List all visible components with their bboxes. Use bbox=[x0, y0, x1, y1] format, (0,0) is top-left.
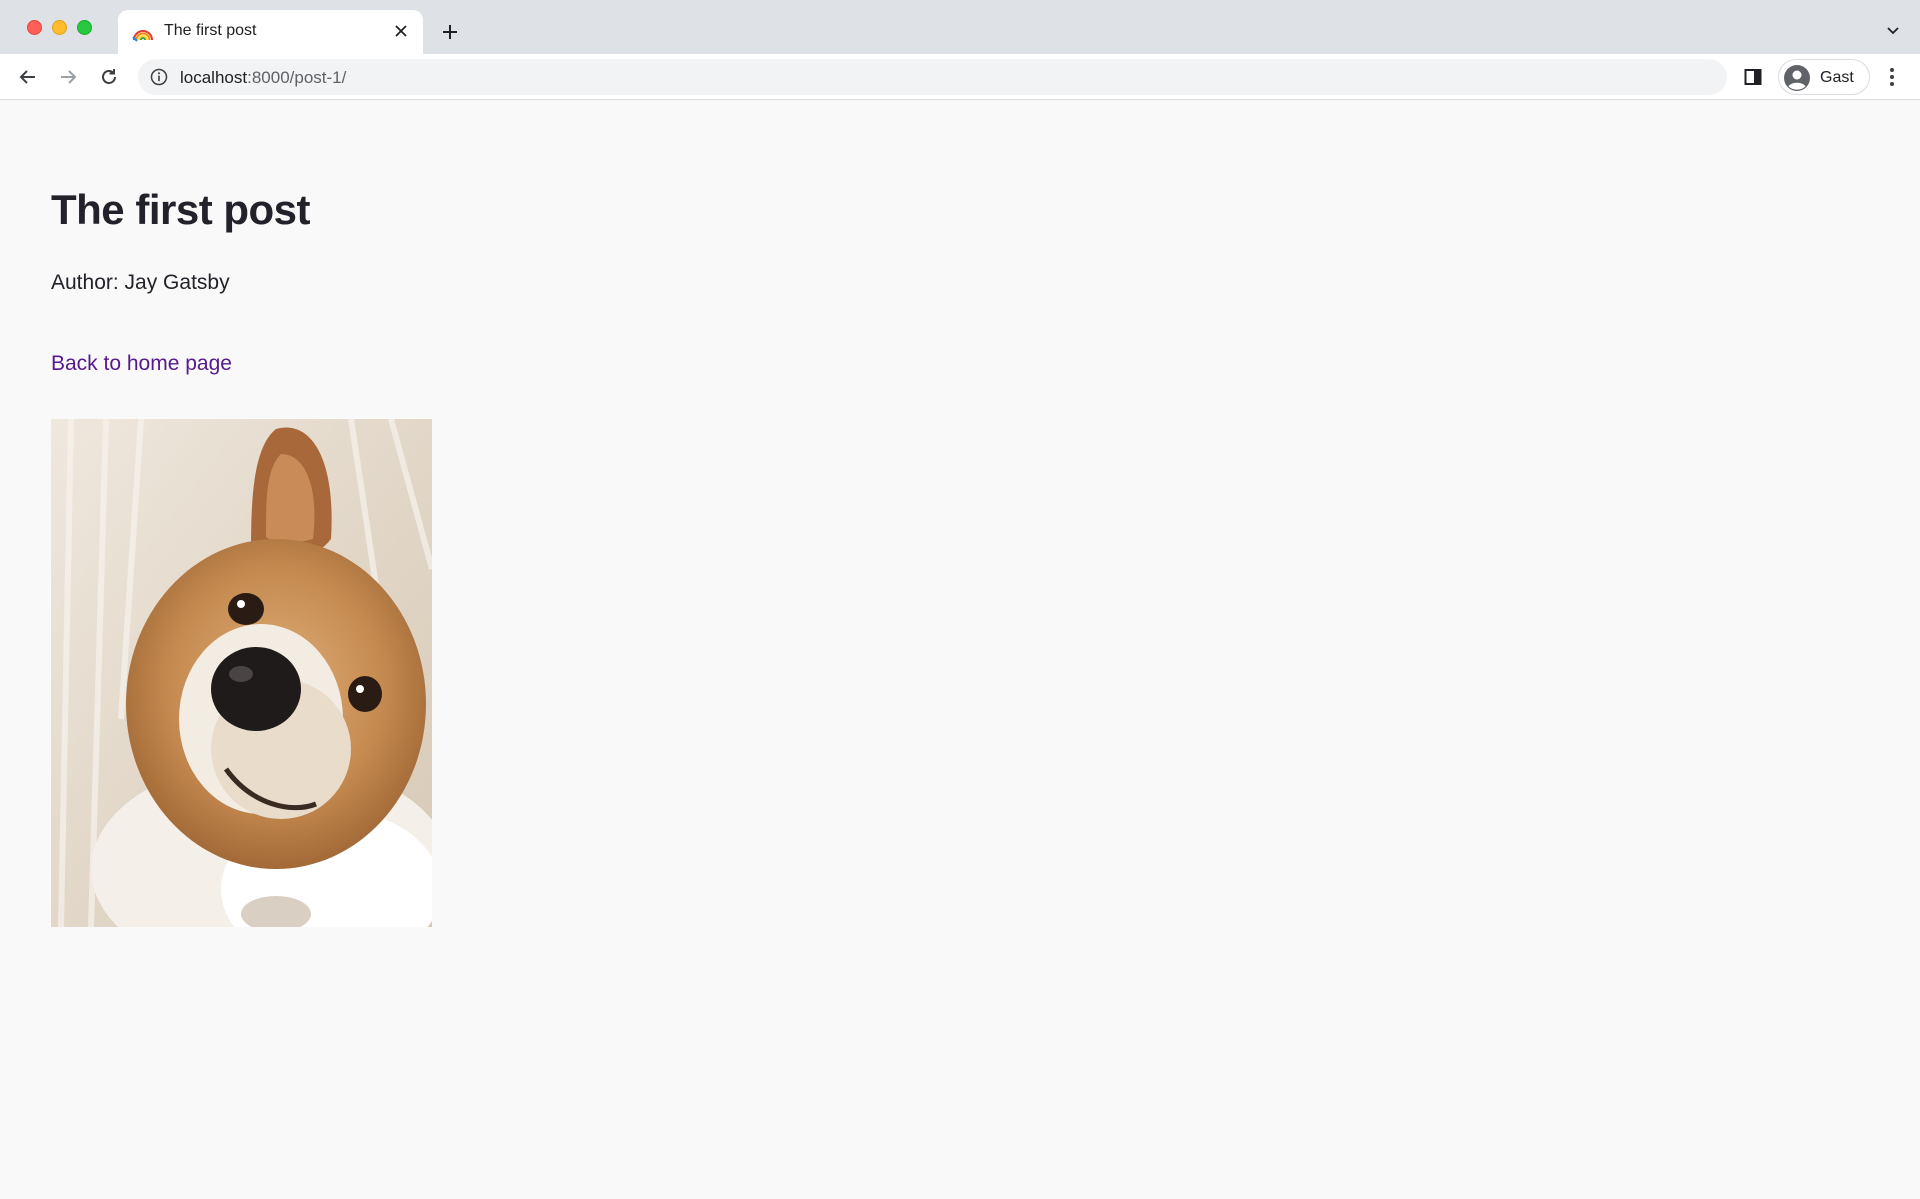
url-path: :8000/post-1/ bbox=[247, 68, 347, 87]
window-zoom-button[interactable] bbox=[77, 20, 92, 35]
plus-icon[interactable] bbox=[436, 18, 464, 46]
browser-tab[interactable]: The first post bbox=[118, 10, 423, 54]
browser-toolbar: localhost:8000/post-1/ Gast bbox=[0, 54, 1920, 100]
window-close-button[interactable] bbox=[27, 20, 42, 35]
side-panel-icon[interactable] bbox=[1742, 66, 1764, 88]
page-content: The first post Author: Jay Gatsby Back t… bbox=[0, 101, 1920, 1199]
info-icon[interactable] bbox=[150, 68, 168, 86]
url-text: localhost:8000/post-1/ bbox=[180, 68, 346, 88]
chevron-down-icon[interactable] bbox=[1880, 18, 1906, 44]
post-author: Author: Jay Gatsby bbox=[51, 271, 230, 294]
avatar-icon bbox=[1784, 65, 1810, 91]
profile-button[interactable]: Gast bbox=[1778, 59, 1870, 95]
page-title: The first post bbox=[51, 186, 311, 233]
rainbow-icon bbox=[132, 30, 153, 42]
reload-icon[interactable] bbox=[93, 61, 125, 93]
tab-strip: The first post bbox=[0, 0, 1920, 54]
window-minimize-button[interactable] bbox=[52, 20, 67, 35]
dog-photo bbox=[51, 419, 432, 927]
arrow-right-icon[interactable] bbox=[52, 61, 84, 93]
arrow-left-icon[interactable] bbox=[12, 61, 44, 93]
back-to-home-link[interactable]: Back to home page bbox=[51, 352, 232, 376]
close-icon[interactable] bbox=[389, 19, 413, 43]
kebab-icon[interactable] bbox=[1880, 64, 1904, 90]
profile-name: Gast bbox=[1820, 69, 1854, 86]
address-bar[interactable]: localhost:8000/post-1/ bbox=[138, 59, 1727, 95]
tab-title: The first post bbox=[164, 22, 257, 39]
url-host: localhost bbox=[180, 68, 248, 87]
